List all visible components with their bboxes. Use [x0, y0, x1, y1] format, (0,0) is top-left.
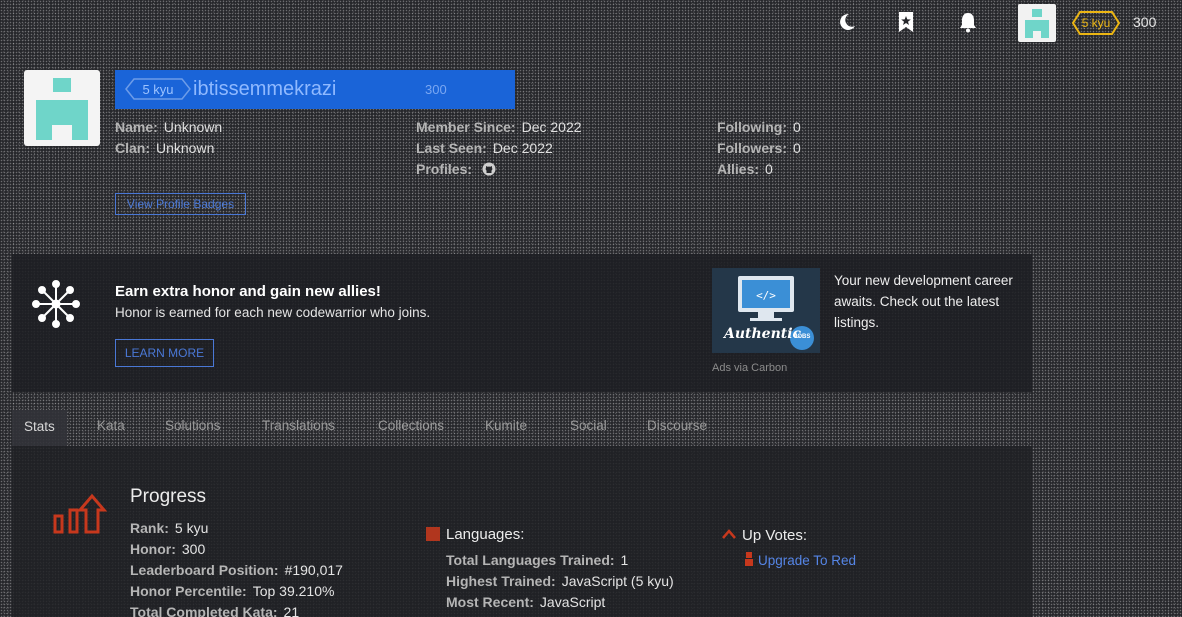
stat-total-languages: Total Languages Trained: 1	[446, 552, 629, 568]
stat-highest-trained: Highest Trained: JavaScript (5 kyu)	[446, 573, 674, 589]
tab-kata[interactable]: Kata	[97, 418, 125, 433]
ad-image[interactable]: </> Authentic JOBS	[712, 268, 820, 353]
info-allies: Allies: 0	[717, 161, 773, 177]
languages-heading: Languages:	[426, 526, 524, 543]
ad-badge-text: JOBS	[794, 334, 811, 340]
tab-solutions[interactable]: Solutions	[165, 418, 221, 433]
ad-logo-text: Authentic	[724, 326, 802, 342]
profile-avatar	[24, 70, 100, 146]
profile-tabs: Stats Kata Solutions Translations Collec…	[12, 410, 1032, 446]
info-following: Following: 0	[717, 119, 801, 135]
svg-text:</>: </>	[756, 289, 776, 302]
top-bar: 5 kyu 300	[0, 0, 1182, 44]
learn-more-button[interactable]: LEARN MORE	[115, 339, 214, 367]
tab-translations[interactable]: Translations	[262, 418, 335, 433]
profile-info-col3: Following: 0 Followers: 0 Allies: 0	[717, 117, 801, 180]
network-icon	[32, 280, 80, 328]
promo-text: Honor is earned for each new codewarrior…	[115, 305, 431, 320]
rank-label: 5 kyu	[1081, 16, 1111, 30]
stat-most-recent: Most Recent: JavaScript	[446, 594, 606, 610]
tab-kumite[interactable]: Kumite	[485, 418, 527, 433]
stat-honor: Honor: 300	[130, 541, 206, 557]
languages-icon	[426, 527, 440, 541]
github-icon[interactable]	[482, 161, 496, 182]
info-last-seen: Last Seen: Dec 2022	[416, 140, 553, 156]
profile-honor: 300	[425, 82, 447, 97]
promo-title: Earn extra honor and gain new allies!	[115, 283, 381, 300]
upgrade-row: Upgrade To Red	[744, 552, 856, 571]
languages-list: Total Languages Trained: 1 Highest Traine…	[446, 550, 674, 613]
profile-info-col1: Name: Unknown Clan: Unknown	[115, 117, 222, 159]
ad-caption[interactable]: Ads via Carbon	[712, 362, 787, 374]
upgrade-to-red-link[interactable]: Upgrade To Red	[758, 553, 856, 568]
promo-banner: Earn extra honor and gain new allies! Ho…	[12, 254, 1032, 392]
username-bar: 5 kyu ibtissemmekrazi 300	[115, 70, 515, 109]
moon-icon[interactable]	[836, 11, 858, 33]
username: ibtissemmekrazi	[193, 78, 337, 100]
upvote-icon	[722, 526, 736, 543]
stat-completed-kata: Total Completed Kata: 21	[130, 604, 300, 617]
tab-collections[interactable]: Collections	[378, 418, 444, 433]
stat-percentile: Honor Percentile: Top 39.210%	[130, 583, 335, 599]
bell-icon[interactable]	[957, 11, 979, 33]
profile-rank-label: 5 kyu	[142, 81, 174, 97]
user-avatar[interactable]	[1018, 4, 1056, 42]
upvotes-heading: Up Votes:	[722, 526, 807, 544]
stats-panel: Progress Rank: 5 kyu Honor: 300 Leaderboar…	[12, 446, 1032, 617]
bookmark-star-icon[interactable]	[895, 11, 917, 33]
profile-rank-badge: 5 kyu	[125, 78, 191, 100]
progress-chart-icon	[52, 492, 108, 540]
ad-text[interactable]: Your new development career awaits. Chec…	[834, 270, 1024, 333]
view-badges-button[interactable]: View Profile Badges	[115, 193, 246, 215]
info-followers: Followers: 0	[717, 140, 801, 156]
progress-list: Rank: 5 kyu Honor: 300 Leaderboard Positio…	[130, 518, 343, 617]
tab-social[interactable]: Social	[570, 418, 607, 433]
profile-info-col2: Member Since: Dec 2022 Last Seen: Dec 2022…	[416, 117, 582, 182]
tab-stats[interactable]: Stats	[12, 410, 67, 446]
red-user-icon	[744, 552, 754, 571]
info-name: Name: Unknown	[115, 119, 223, 135]
info-clan: Clan: Unknown	[115, 140, 215, 156]
stat-rank: Rank: 5 kyu	[130, 520, 209, 536]
info-member-since: Member Since: Dec 2022	[416, 119, 582, 135]
tab-discourse[interactable]: Discourse	[647, 418, 707, 433]
stat-leaderboard: Leaderboard Position: #190,017	[130, 562, 343, 578]
info-profiles: Profiles:	[416, 159, 582, 182]
rank-badge[interactable]: 5 kyu	[1071, 11, 1121, 35]
progress-title: Progress	[130, 486, 207, 507]
honor-count: 300	[1133, 14, 1157, 30]
